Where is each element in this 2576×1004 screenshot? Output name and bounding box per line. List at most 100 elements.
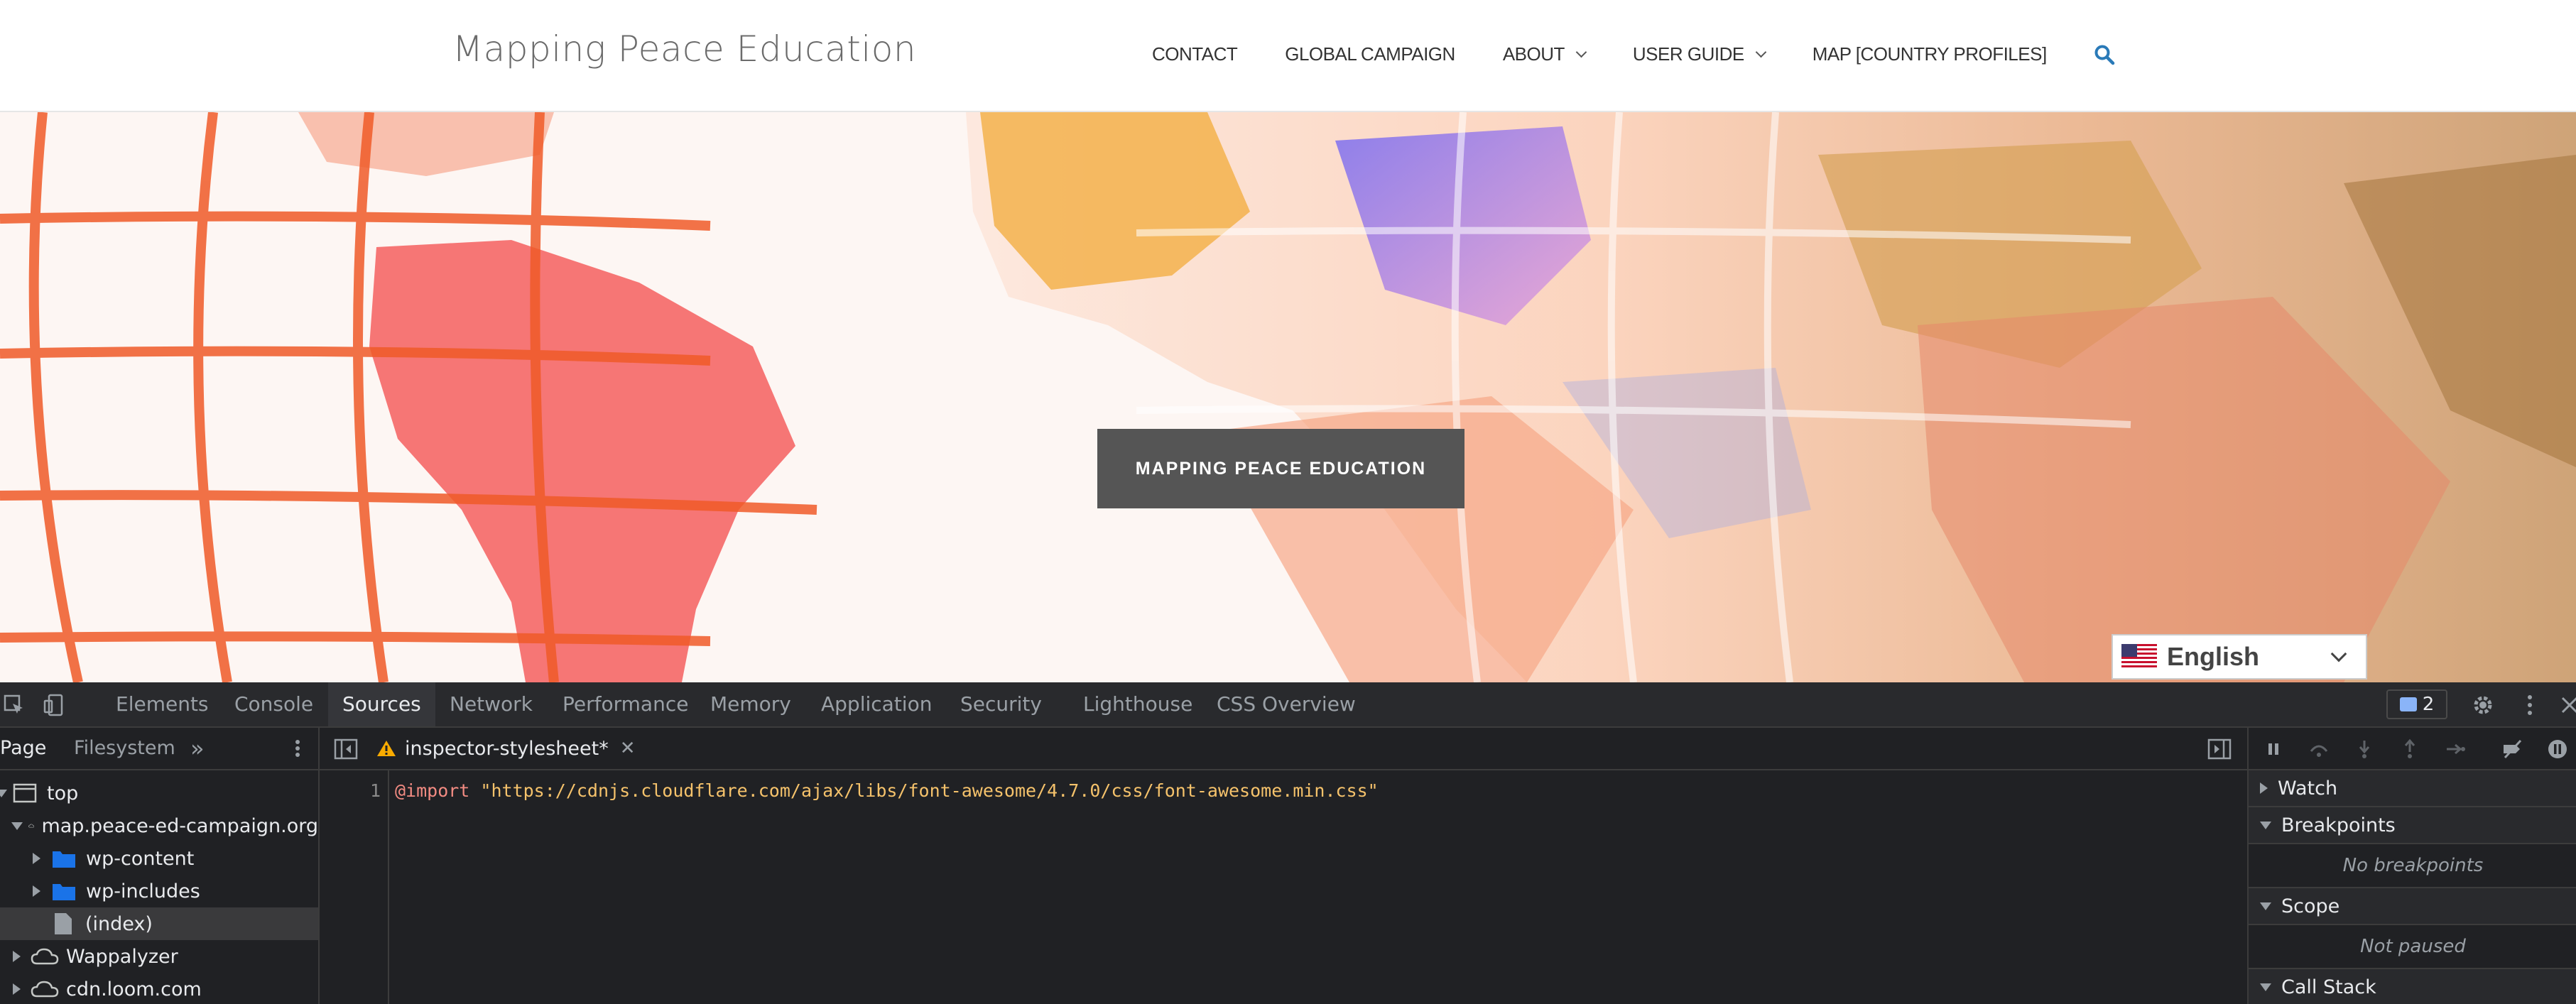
collapsed-triangle-icon xyxy=(13,951,21,962)
breakpoints-empty: No breakpoints xyxy=(2249,844,2576,888)
folder-icon xyxy=(53,851,75,868)
breakpoints-pane-header[interactable]: Breakpoints xyxy=(2249,807,2576,844)
step-icon[interactable] xyxy=(2445,738,2466,760)
nav-global-campaign[interactable]: GLOBAL CAMPAIGN xyxy=(1285,43,1455,65)
step-out-icon[interactable] xyxy=(2399,738,2420,760)
watch-pane-header[interactable]: Watch xyxy=(2249,770,2576,807)
debugger-toolbar xyxy=(2249,728,2576,770)
language-label: English xyxy=(2167,642,2260,671)
navigator-menu-icon[interactable] xyxy=(287,738,308,759)
collapsed-triangle-icon xyxy=(13,983,21,995)
code-string: "https://cdnjs.cloudflare.com/ajax/libs/… xyxy=(480,780,1379,801)
tab-performance[interactable]: Performance xyxy=(548,682,702,726)
toggle-debugger-icon[interactable] xyxy=(2207,738,2232,760)
tab-lighthouse[interactable]: Lighthouse xyxy=(1069,682,1207,726)
breakpoints-label: Breakpoints xyxy=(2281,814,2396,836)
chevron-down-icon xyxy=(2330,645,2347,662)
tree-item-label: cdn.loom.com xyxy=(66,978,202,1000)
tree-item-label: top xyxy=(47,782,79,804)
hero-banner: MAPPING PEACE EDUCATION English xyxy=(0,112,2576,682)
editor-file-name: inspector-stylesheet* xyxy=(405,737,609,760)
inspect-element-icon[interactable] xyxy=(3,694,26,716)
scope-empty: Not paused xyxy=(2249,925,2576,969)
issues-count: 2 xyxy=(2422,694,2435,715)
tab-security[interactable]: Security xyxy=(946,682,1056,726)
nav-map-country-profiles[interactable]: MAP [COUNTRY PROFILES] xyxy=(1813,43,2047,65)
nav-user-guide[interactable]: USER GUIDE xyxy=(1633,43,1766,65)
nav-global-campaign-label: GLOBAL CAMPAIGN xyxy=(1285,43,1455,65)
code-line[interactable]: @import "https://cdnjs.cloudflare.com/aj… xyxy=(395,780,1379,801)
sources-editor: inspector-stylesheet* ✕ 1 @import "https… xyxy=(320,728,2247,1004)
tree-item-wp-includes[interactable]: wp-includes xyxy=(0,875,318,907)
tab-page[interactable]: Page xyxy=(0,728,46,769)
tree-item-label: (index) xyxy=(85,912,153,935)
tree-item-top[interactable]: top xyxy=(0,777,318,809)
tree-item-map-peace-ed-campaign[interactable]: map.peace-ed-campaign.org xyxy=(0,809,318,842)
cloud-icon xyxy=(31,948,59,965)
sources-navigator: Page Filesystem » top map.peace-ed-campa… xyxy=(0,728,320,1004)
nav-map-label: MAP [COUNTRY PROFILES] xyxy=(1812,43,2047,65)
pause-on-exceptions-icon[interactable] xyxy=(2547,738,2568,760)
tree-item-index[interactable]: (index) xyxy=(0,907,318,940)
tree-item-label: wp-content xyxy=(86,847,195,870)
cloud-icon xyxy=(28,824,35,828)
settings-gear-icon[interactable] xyxy=(2470,692,2496,718)
tree-item-label: map.peace-ed-campaign.org xyxy=(41,814,318,837)
scope-label: Scope xyxy=(2281,895,2340,917)
tab-css-overview[interactable]: CSS Overview xyxy=(1202,682,1370,726)
pause-icon[interactable] xyxy=(2263,738,2284,760)
tree-item-label: wp-includes xyxy=(86,880,200,902)
hero-world-map-image xyxy=(0,112,2576,682)
tree-item-wappalyzer[interactable]: Wappalyzer xyxy=(0,940,318,973)
editor-tabbar: inspector-stylesheet* ✕ xyxy=(320,728,2247,770)
line-gutter: 1 xyxy=(320,770,389,1004)
language-selector[interactable]: English xyxy=(2112,634,2367,680)
navigator-tabs: Page Filesystem » xyxy=(0,728,318,770)
message-icon xyxy=(2399,697,2417,711)
tree-item-cdn-loom[interactable]: cdn.loom.com xyxy=(0,973,318,1004)
us-flag-icon xyxy=(2121,644,2157,670)
nav-contact[interactable]: CONTACT xyxy=(1152,43,1238,65)
scope-pane-header[interactable]: Scope xyxy=(2249,888,2576,925)
more-options-icon[interactable] xyxy=(2517,692,2543,718)
cloud-icon xyxy=(31,981,59,998)
expand-triangle-icon xyxy=(11,822,23,830)
nav-about[interactable]: ABOUT xyxy=(1503,43,1587,65)
close-tab-icon[interactable]: ✕ xyxy=(620,738,636,759)
call-stack-label: Call Stack xyxy=(2281,976,2376,998)
toggle-navigator-icon[interactable] xyxy=(334,738,358,760)
editor-file-tab[interactable]: inspector-stylesheet* ✕ xyxy=(376,728,636,769)
watch-label: Watch xyxy=(2278,777,2338,800)
tree-item-label: Wappalyzer xyxy=(66,945,178,968)
step-into-icon[interactable] xyxy=(2354,738,2375,760)
code-keyword: @import xyxy=(395,780,470,801)
tab-console[interactable]: Console xyxy=(220,682,327,726)
issues-badge[interactable]: 2 xyxy=(2386,689,2447,719)
file-icon xyxy=(55,913,72,934)
tab-memory[interactable]: Memory xyxy=(696,682,805,726)
devtools-panel: Elements Console Sources Network Perform… xyxy=(0,682,2576,1004)
collapsed-triangle-icon xyxy=(33,885,40,897)
chevron-down-icon xyxy=(1575,46,1587,58)
debugger-sidebar: Watch Breakpoints No breakpoints Scope N… xyxy=(2247,728,2576,1004)
tab-filesystem[interactable]: Filesystem xyxy=(74,728,175,769)
tab-elements[interactable]: Elements xyxy=(102,682,223,726)
step-over-icon[interactable] xyxy=(2308,738,2330,760)
close-devtools-icon[interactable] xyxy=(2557,692,2576,718)
warning-icon xyxy=(377,741,396,756)
site-title[interactable]: Mapping Peace Education xyxy=(452,28,916,70)
tab-sources[interactable]: Sources xyxy=(328,682,435,726)
deactivate-breakpoints-icon[interactable] xyxy=(2501,738,2523,760)
call-stack-pane-header[interactable]: Call Stack xyxy=(2249,969,2576,1004)
device-toolbar-icon[interactable] xyxy=(43,694,65,716)
expand-triangle-icon xyxy=(2260,902,2271,910)
tab-network[interactable]: Network xyxy=(435,682,547,726)
more-tabs-chevron-icon[interactable]: » xyxy=(190,728,205,769)
search-icon[interactable] xyxy=(2094,44,2115,65)
chevron-down-icon xyxy=(1755,46,1766,58)
nav-contact-label: CONTACT xyxy=(1152,43,1238,65)
hero-cta-button[interactable]: MAPPING PEACE EDUCATION xyxy=(1097,429,1464,508)
expand-triangle-icon xyxy=(2260,821,2271,829)
tree-item-wp-content[interactable]: wp-content xyxy=(0,842,318,875)
tab-application[interactable]: Application xyxy=(807,682,946,726)
